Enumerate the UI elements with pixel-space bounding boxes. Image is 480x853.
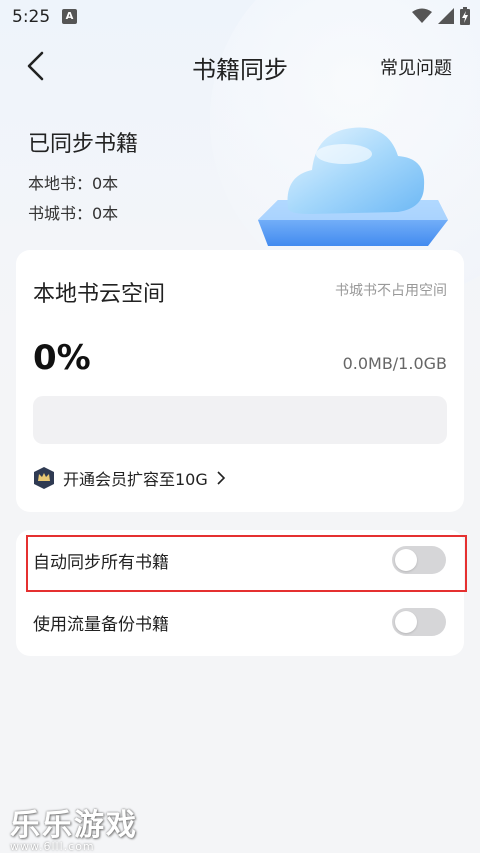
battery-icon xyxy=(460,7,470,25)
mobile-data-backup-label: 使用流量备份书籍 xyxy=(33,615,169,635)
wifi-icon xyxy=(412,8,432,23)
cloud-storage-note: 书城书不占用空间 xyxy=(335,283,447,299)
toggle-knob xyxy=(395,611,417,633)
status-bar: 5:25 A xyxy=(0,0,480,34)
chevron-right-icon xyxy=(217,471,225,485)
usage-size: 0.0MB/1.0GB xyxy=(342,354,447,373)
usage-percent: 0% xyxy=(33,338,91,378)
status-icons xyxy=(412,7,470,25)
vip-crown-icon xyxy=(34,467,54,489)
book-sync-page: 5:25 A 书籍同步 常见问题 已同步书籍 本地书：0本 书城书：0本 本地书… xyxy=(0,0,480,853)
watermark: 乐乐游戏 www.6lll.com xyxy=(10,800,138,853)
mobile-data-backup-row: 使用流量备份书籍 xyxy=(16,592,464,652)
vip-upgrade-label: 开通会员扩容至10G xyxy=(63,470,208,489)
cloud-illustration xyxy=(258,127,448,246)
status-time: 5:25 xyxy=(12,7,51,27)
mobile-data-backup-toggle[interactable] xyxy=(392,608,446,636)
vip-upgrade-link[interactable]: 开通会员扩容至10G xyxy=(33,464,226,492)
local-books-count: 本地书：0本 xyxy=(28,174,119,193)
highlight-annotation xyxy=(26,535,467,592)
store-books-count: 书城书：0本 xyxy=(28,204,119,223)
signal-icon xyxy=(438,8,454,24)
cloud-storage-title: 本地书云空间 xyxy=(33,282,166,307)
synced-books-title: 已同步书籍 xyxy=(28,132,139,157)
watermark-text: 乐乐游戏 xyxy=(10,808,138,843)
faq-link[interactable]: 常见问题 xyxy=(380,54,452,80)
notification-icon: A xyxy=(62,9,77,24)
cloud-storage-card: 本地书云空间 书城书不占用空间 0% 0.0MB/1.0GB 开通会员扩容至10… xyxy=(16,250,464,512)
storage-progress-bar xyxy=(33,396,447,444)
